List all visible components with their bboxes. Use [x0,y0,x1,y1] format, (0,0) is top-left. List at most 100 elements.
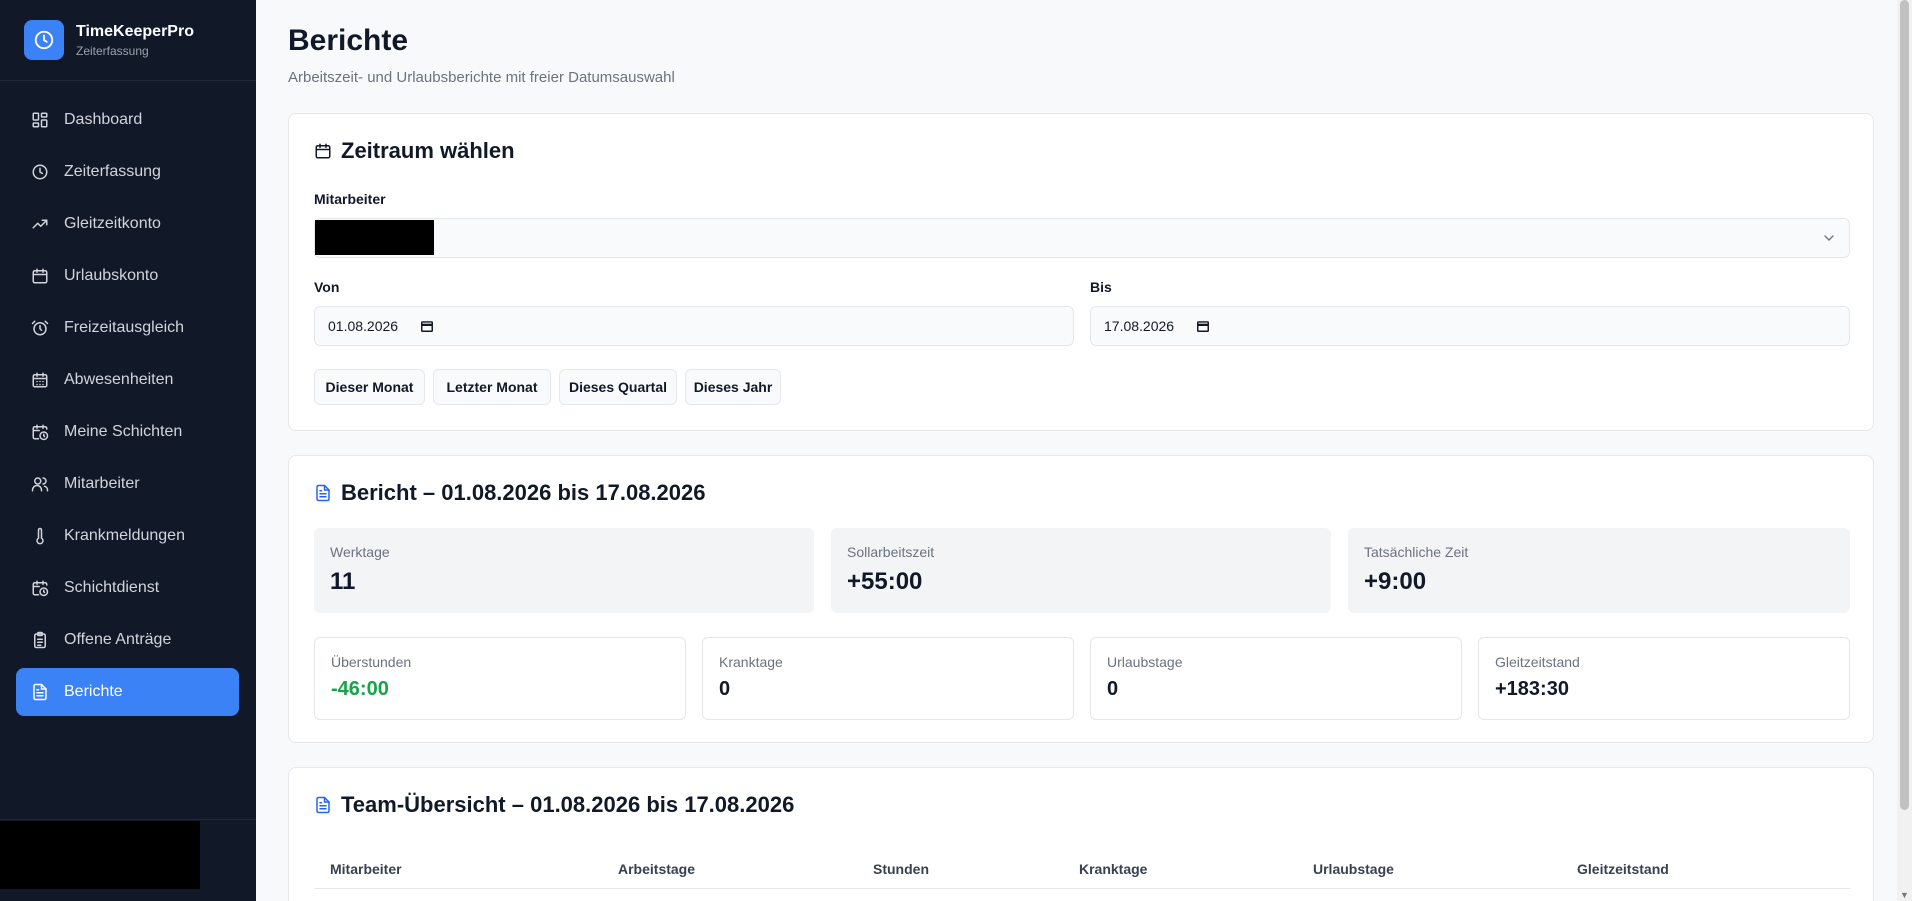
calendar-icon [30,266,50,286]
employee-label: Mitarbeiter [314,191,386,207]
trending-up-icon [30,214,50,234]
chevron-down-icon [1821,230,1837,246]
sidebar-item-zeiterfassung[interactable]: Zeiterfassung [16,148,239,196]
thermometer-icon [30,526,50,546]
report-card: Bericht – 01.08.2026 bis 17.08.2026 Werk… [288,455,1874,743]
users-icon [30,474,50,494]
calendar-icon[interactable] [420,319,434,333]
sidebar-item-abwesenheiten[interactable]: Abwesenheiten [16,356,239,404]
sidebar-item-krankmeldungen[interactable]: Krankmeldungen [16,512,239,560]
team-card-title: Team-Übersicht – 01.08.2026 bis 17.08.20… [314,792,794,818]
user-profile-redacted[interactable] [0,821,200,889]
stat-gleitzeitstand: Gleitzeitstand +183:30 [1478,637,1850,720]
stat-label: Urlaubstage [1107,654,1183,670]
from-date-value: 01.08.2026 [328,318,399,334]
stat-label: Werktage [330,544,390,560]
stat-werktage: Werktage 11 [314,528,814,613]
app-title: TimeKeeperPro [76,22,194,40]
stat-value: +9:00 [1364,568,1427,595]
column-header-urlaubstage[interactable]: Urlaubstage [1313,861,1394,877]
sidebar-item-label: Zeiterfassung [64,163,161,180]
sidebar-item-meine-schichten[interactable]: Meine Schichten [16,408,239,456]
sidebar-item-label: Meine Schichten [64,423,183,440]
sidebar-item-label: Gleitzeitkonto [64,215,161,232]
to-date-value: 17.08.2026 [1104,318,1175,334]
stat-label: Sollarbeitszeit [847,544,935,560]
period-card: Zeitraum wählen Mitarbeiter Von 01.08.20… [288,113,1874,431]
last-month-button[interactable]: Letzter Monat [433,369,551,405]
sidebar: TimeKeeperPro Zeiterfassung Dashboard Ze… [0,0,256,901]
report-card-title: Bericht – 01.08.2026 bis 17.08.2026 [314,480,705,506]
stat-label: Tatsächliche Zeit [1364,544,1469,560]
column-header-stunden[interactable]: Stunden [873,861,929,877]
stat-value: 11 [330,568,356,595]
column-header-arbeitstage[interactable]: Arbeitstage [618,861,695,877]
alarm-clock-icon [30,318,50,338]
sidebar-item-mitarbeiter[interactable]: Mitarbeiter [16,460,239,508]
to-label: Bis [1090,279,1112,295]
sidebar-item-label: Abwesenheiten [64,371,174,388]
chevron-down-icon[interactable]: ▼ [1900,890,1909,900]
sidebar-item-label: Schichtdienst [64,579,160,596]
to-date-input[interactable]: 17.08.2026 [1090,306,1850,346]
stat-label: Kranktage [719,654,783,670]
stat-label: Gleitzeitstand [1495,654,1580,670]
sidebar-item-offene-antraege[interactable]: Offene Anträge [16,616,239,664]
main-content: Berichte Arbeitszeit- und Urlaubsbericht… [256,0,1912,901]
calendar-icon [314,142,332,160]
stat-value: +55:00 [847,568,923,595]
stat-sollarbeitszeit: Sollarbeitszeit +55:00 [831,528,1331,613]
page-subtitle: Arbeitszeit- und Urlaubsberichte mit fre… [288,69,675,86]
employee-select[interactable] [314,218,1850,258]
sidebar-item-berichte[interactable]: Berichte [16,668,239,716]
team-title-text: Team-Übersicht – 01.08.2026 bis 17.08.20… [341,792,795,817]
sidebar-footer [0,819,256,901]
period-title-text: Zeitraum wählen [341,138,515,163]
page-title: Berichte [288,24,409,57]
brand: TimeKeeperPro Zeiterfassung [0,0,256,81]
sidebar-item-dashboard[interactable]: Dashboard [16,96,239,144]
sidebar-item-gleitzeitkonto[interactable]: Gleitzeitkonto [16,200,239,248]
this-month-button[interactable]: Dieser Monat [314,369,425,405]
sidebar-item-freizeitausgleich[interactable]: Freizeitausgleich [16,304,239,352]
this-quarter-button[interactable]: Dieses Quartal [559,369,677,405]
this-year-button[interactable]: Dieses Jahr [685,369,781,405]
from-label: Von [314,279,340,295]
report-title-text: Bericht – 01.08.2026 bis 17.08.2026 [341,480,706,505]
stat-value: 0 [719,678,731,700]
file-text-icon [314,796,332,814]
calendar-clock-icon [30,578,50,598]
app-subtitle: Zeiterfassung [76,43,149,58]
from-date-input[interactable]: 01.08.2026 [314,306,1074,346]
stat-ueberstunden: Überstunden -46:00 [314,637,686,720]
page-scrollbar[interactable]: ▼ [1897,0,1912,901]
employee-name-redacted [315,220,434,255]
column-header-kranktage[interactable]: Kranktage [1079,861,1147,877]
calendar-days-icon [30,370,50,390]
clipboard-list-icon [30,630,50,650]
sidebar-item-label: Urlaubskonto [64,267,159,284]
team-card: Team-Übersicht – 01.08.2026 bis 17.08.20… [288,767,1874,901]
stat-value: -46:00 [331,678,389,700]
clock-icon [24,20,64,60]
table-header-divider [314,888,1850,889]
sidebar-item-label: Freizeitausgleich [64,319,185,336]
sidebar-item-schichtdienst[interactable]: Schichtdienst [16,564,239,612]
column-header-gleitzeitstand[interactable]: Gleitzeitstand [1577,861,1669,877]
sidebar-item-label: Berichte [64,683,123,700]
sidebar-item-label: Krankmeldungen [64,527,185,544]
period-card-title: Zeitraum wählen [314,138,515,164]
stat-label: Überstunden [331,654,412,670]
sidebar-item-urlaubskonto[interactable]: Urlaubskonto [16,252,239,300]
clock-icon [30,162,50,182]
sidebar-item-label: Offene Anträge [64,631,172,648]
stat-kranktage: Kranktage 0 [702,637,1074,720]
sidebar-item-label: Dashboard [64,111,143,128]
dashboard-icon [30,110,50,130]
file-text-icon [30,682,50,702]
calendar-icon[interactable] [1196,319,1210,333]
scrollbar-thumb[interactable] [1900,0,1909,810]
sidebar-item-label: Mitarbeiter [64,475,140,492]
column-header-mitarbeiter[interactable]: Mitarbeiter [330,861,402,877]
file-text-icon [314,484,332,502]
